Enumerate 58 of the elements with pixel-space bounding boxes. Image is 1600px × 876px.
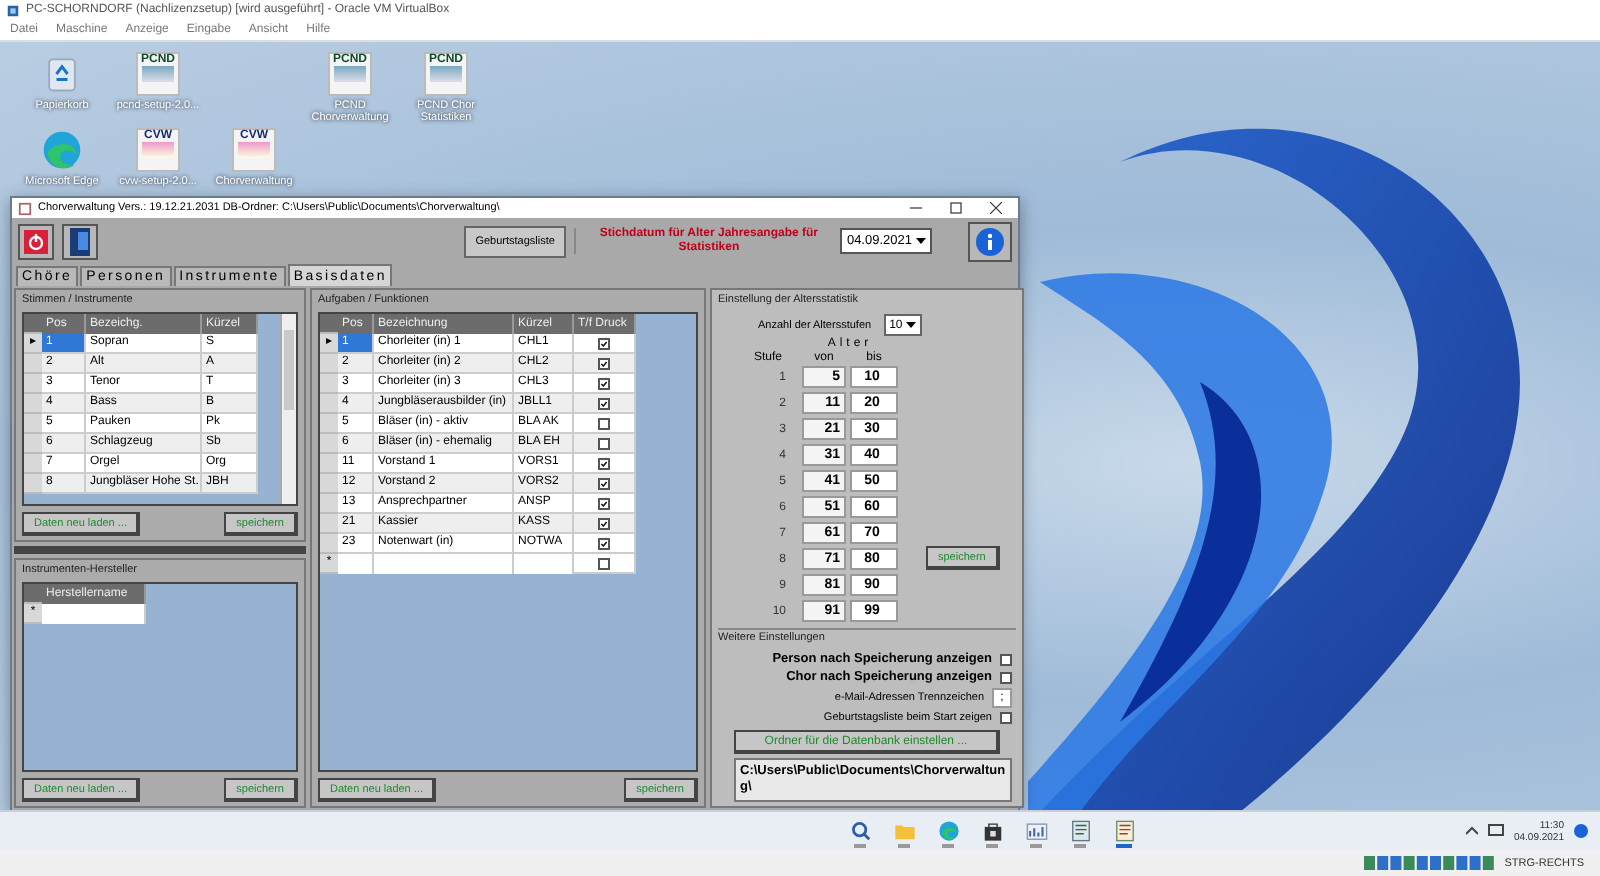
chart-icon[interactable] <box>1025 820 1048 842</box>
checkbox[interactable] <box>598 537 610 549</box>
row-header-cell <box>24 314 42 334</box>
virtualbox-icon <box>6 3 20 17</box>
status-icons-drawing <box>1364 856 1497 870</box>
info-icon <box>976 227 1004 255</box>
checkbox[interactable] <box>598 357 610 369</box>
search-icon[interactable] <box>849 820 872 842</box>
document-icon[interactable] <box>1069 820 1092 842</box>
row-header-cell[interactable] <box>24 454 42 474</box>
edge-icon <box>40 128 84 172</box>
row-header-cell[interactable] <box>320 354 338 374</box>
dropdown-arrow-icon[interactable] <box>906 321 917 329</box>
checkbox[interactable] <box>598 337 610 349</box>
checkbox[interactable] <box>1000 672 1012 684</box>
close-icon[interactable] <box>990 202 1002 214</box>
row-header-cell[interactable] <box>320 394 338 414</box>
minimize-icon[interactable] <box>910 202 922 214</box>
help-button[interactable] <box>62 223 98 259</box>
checkbox[interactable] <box>598 377 610 389</box>
checkbox[interactable] <box>598 417 610 429</box>
checkbox[interactable] <box>598 397 610 409</box>
row-header-cell[interactable] <box>320 434 338 454</box>
row-header-cell[interactable] <box>320 474 338 494</box>
document-icon[interactable] <box>1113 820 1136 842</box>
row-header-cell[interactable] <box>24 414 42 434</box>
checkbox[interactable] <box>598 497 610 509</box>
row-header-cell[interactable] <box>320 534 338 554</box>
monitor-icon[interactable] <box>1487 824 1504 838</box>
checkbox[interactable] <box>1000 654 1012 666</box>
info-button[interactable] <box>968 221 1012 261</box>
row-header-cell[interactable] <box>320 514 338 534</box>
checkbox[interactable] <box>598 517 610 529</box>
dropdown-arrow-icon[interactable] <box>916 237 926 245</box>
row-header-cell[interactable] <box>320 494 338 514</box>
row-header-cell[interactable] <box>24 374 42 394</box>
checkbox[interactable] <box>598 477 610 489</box>
row-header-cell[interactable] <box>320 454 338 474</box>
row-header-cell[interactable] <box>24 434 42 454</box>
row-header-cell <box>320 314 338 334</box>
shopping-bag-icon[interactable] <box>981 820 1004 842</box>
checkbox[interactable] <box>598 457 610 469</box>
row-header-cell <box>24 584 42 604</box>
row-header-cell[interactable] <box>24 474 42 494</box>
row-header-cell[interactable] <box>320 374 338 394</box>
checkbox[interactable] <box>1000 712 1012 724</box>
checkbox[interactable] <box>598 557 610 569</box>
door-icon <box>68 227 92 255</box>
row-header-cell[interactable] <box>320 414 338 434</box>
row-header-cell[interactable] <box>24 394 42 414</box>
scrollbar[interactable] <box>280 314 296 504</box>
chevron-up-icon[interactable] <box>1465 826 1478 836</box>
power-icon <box>24 229 48 253</box>
exit-button[interactable] <box>18 223 54 259</box>
checkbox[interactable] <box>598 437 610 449</box>
row-header-cell[interactable] <box>24 354 42 374</box>
maximize-icon[interactable] <box>950 202 962 214</box>
notification-icon[interactable] <box>1574 824 1588 838</box>
